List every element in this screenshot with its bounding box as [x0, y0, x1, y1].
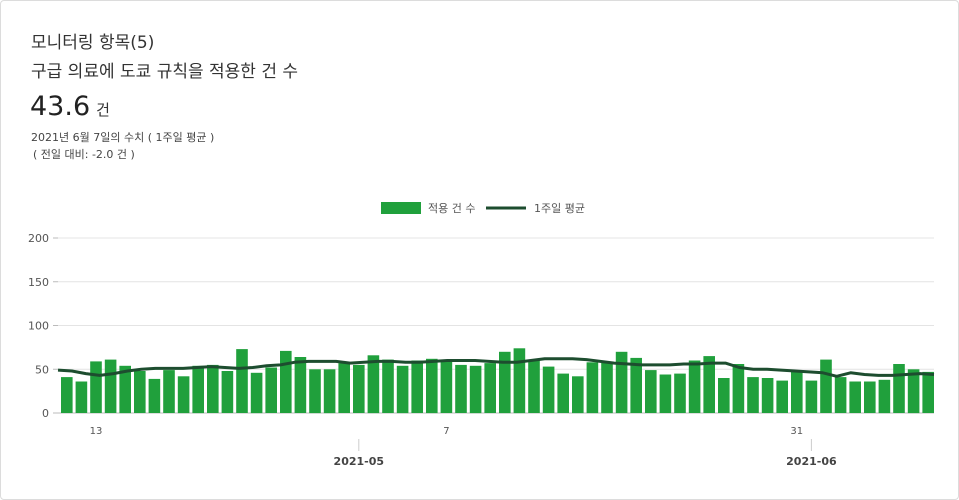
bar [309, 369, 321, 414]
monitoring-card: 모니터링 항목(5) 구급 의료에 도쿄 규칙을 적용한 건 수 43.6 건 2… [0, 0, 959, 500]
bar [674, 373, 686, 413]
card-title: 모니터링 항목(5) [31, 33, 155, 53]
bar [192, 365, 204, 414]
bar [455, 364, 467, 413]
bar [601, 362, 613, 414]
chart-legend[interactable]: 적용 건 수 1주일 평균 [381, 201, 585, 215]
bar [776, 380, 788, 413]
bar [426, 358, 438, 414]
ytick-label-50: 50 [35, 363, 49, 376]
bar [542, 366, 555, 413]
ytick-label-150: 150 [28, 276, 49, 289]
bar [834, 377, 847, 413]
bar [718, 378, 730, 413]
bar [382, 359, 394, 413]
bar [353, 364, 365, 413]
bar [221, 371, 234, 413]
bar [484, 363, 496, 413]
bar [893, 364, 905, 413]
bar [134, 371, 146, 413]
bar [440, 361, 453, 413]
bar [907, 369, 920, 414]
bar [791, 370, 803, 413]
bar [323, 369, 336, 414]
headline-value-block: 43.6 건 [30, 91, 110, 122]
bar [207, 364, 219, 413]
bar [513, 348, 526, 414]
bar [469, 365, 482, 414]
bar [528, 359, 540, 413]
month-label: 2021-06 [786, 455, 837, 468]
bar [250, 372, 263, 414]
card-subtitle: 구급 의료에 도쿄 규칙을 적용한 건 수 [31, 62, 299, 82]
bar [864, 381, 876, 413]
bar [396, 365, 409, 414]
bar [367, 355, 380, 414]
bar [820, 359, 832, 413]
bar [338, 363, 350, 413]
bar [849, 381, 861, 413]
value-diff: ( 전일 대비: -2.0 건 ) [33, 148, 135, 161]
bar [61, 377, 73, 413]
bar [572, 376, 584, 414]
xtick-label: 7 [443, 426, 449, 437]
bar [411, 360, 423, 413]
bar [177, 376, 190, 414]
xtick-label: 13 [90, 426, 103, 437]
xtick-label: 31 [790, 426, 803, 437]
bar [761, 378, 774, 413]
legend-label-bars: 적용 건 수 [428, 202, 475, 215]
bar-series [61, 348, 934, 414]
bar [265, 367, 277, 413]
bar [294, 357, 307, 413]
bar [805, 380, 818, 413]
bar [659, 374, 672, 413]
bar [75, 381, 88, 413]
bar [163, 370, 175, 413]
bar [732, 364, 745, 413]
bar [922, 371, 934, 413]
bar [557, 373, 569, 413]
ytick-label-200: 200 [28, 232, 49, 245]
headline-unit: 건 [96, 101, 110, 119]
bar [280, 350, 292, 413]
bar [615, 351, 628, 414]
legend-label-line: 1주일 평균 [534, 201, 585, 215]
bar [586, 362, 599, 414]
value-note: 2021년 6월 7일의 수치 ( 1주일 평균 ) [31, 131, 215, 144]
bar-line-chart: 적용 건 수 1주일 평균 0 50 100 150 200 13 7 31 2021-05 20… [28, 201, 935, 468]
bar [90, 361, 102, 413]
bar [104, 359, 117, 413]
bar [236, 349, 248, 413]
headline-value: 43.6 [30, 91, 91, 122]
bar [878, 379, 891, 414]
ytick-label-0: 0 [42, 407, 49, 420]
chart-axes: 13 7 31 2021-05 2021-06 [90, 426, 837, 468]
bar [747, 377, 759, 413]
bar [645, 370, 657, 413]
month-label: 2021-05 [334, 455, 385, 468]
bar [688, 360, 701, 413]
ytick-label-100: 100 [28, 320, 49, 333]
legend-swatch-bars [381, 202, 421, 214]
bar [148, 378, 161, 413]
